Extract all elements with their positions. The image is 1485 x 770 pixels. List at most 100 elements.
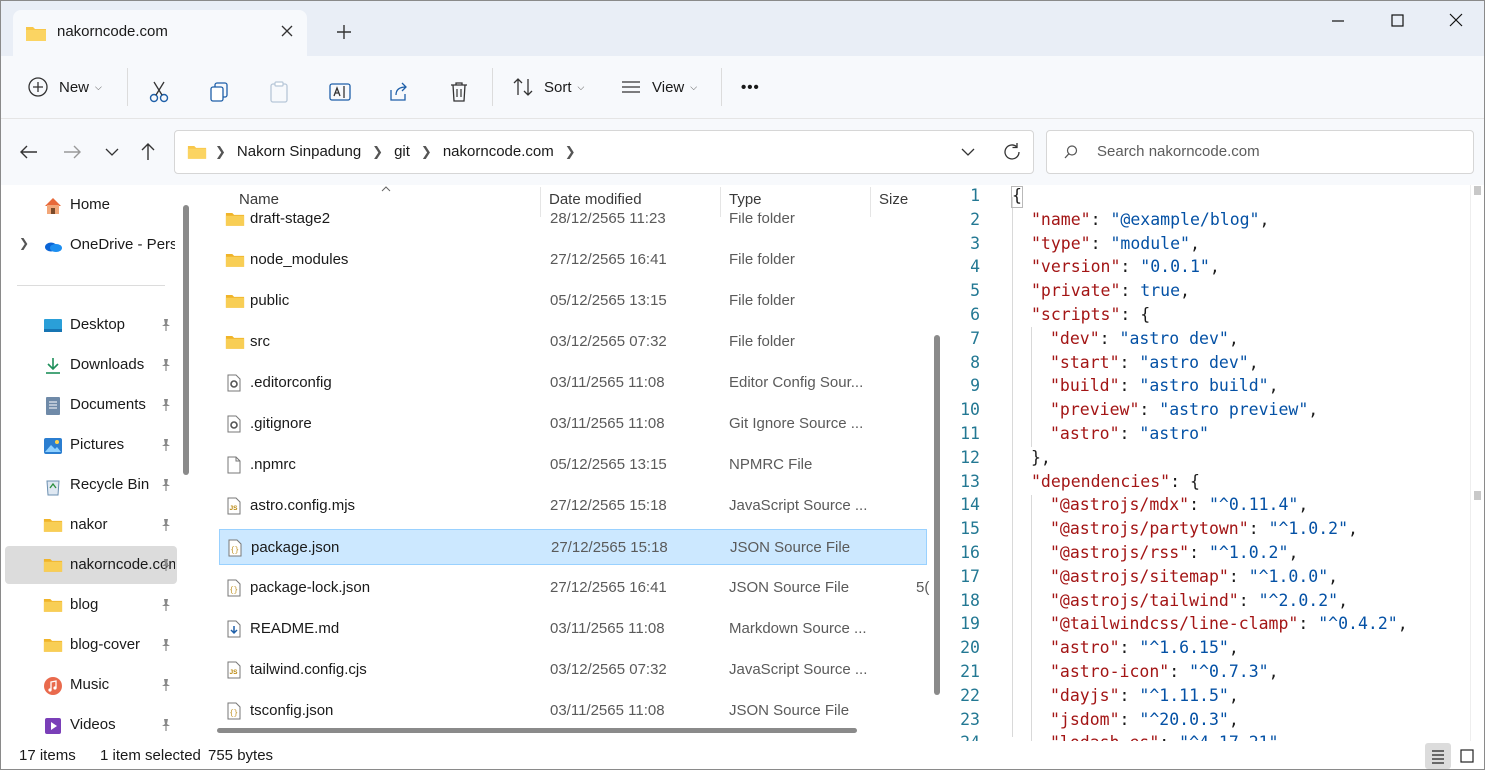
- column-header-size[interactable]: Size: [879, 191, 908, 208]
- sort-icon: [513, 78, 533, 96]
- file-row[interactable]: JS astro.config.mjs 27/12/2565 15:18 JavaSc…: [219, 488, 927, 524]
- line-number: 16: [960, 543, 980, 562]
- up-arrow-icon[interactable]: [137, 141, 159, 163]
- forward-arrow-icon[interactable]: [61, 141, 83, 163]
- sidebar-item[interactable]: Music: [5, 666, 177, 704]
- pin-icon[interactable]: [159, 718, 173, 732]
- sidebar-scrollbar[interactable]: [183, 205, 189, 475]
- chevron-right-icon[interactable]: ❯: [372, 144, 383, 160]
- pin-icon[interactable]: [159, 438, 173, 452]
- chevron-down-icon[interactable]: [959, 143, 977, 161]
- sort-button[interactable]: Sort ⌵: [512, 70, 584, 104]
- share-icon[interactable]: [388, 75, 410, 109]
- search-input[interactable]: Search nakorncode.com: [1046, 130, 1474, 174]
- sidebar-item[interactable]: Downloads: [5, 346, 177, 384]
- sidebar-item[interactable]: nakor: [5, 506, 177, 544]
- address-bar[interactable]: ❯ Nakorn Sinpadung ❯ git ❯ nakorncode.co…: [174, 130, 1034, 174]
- tab-title: nakorncode.com: [57, 23, 168, 40]
- pin-icon[interactable]: [159, 558, 173, 572]
- column-divider[interactable]: [540, 187, 541, 217]
- maximize-icon[interactable]: [1382, 9, 1412, 33]
- file-row[interactable]: node_modules 27/12/2565 16:41 File folder: [219, 242, 927, 278]
- column-header-name[interactable]: Name: [239, 191, 279, 208]
- file-row[interactable]: public 05/12/2565 13:15 File folder: [219, 283, 927, 319]
- new-tab-icon[interactable]: [334, 22, 354, 42]
- sidebar-item[interactable]: nakorncode.com: [5, 546, 177, 584]
- pin-icon[interactable]: [159, 358, 173, 372]
- pin-icon[interactable]: [159, 598, 173, 612]
- file-row[interactable]: README.md 03/11/2565 11:08 Markdown Source…: [219, 611, 927, 647]
- refresh-icon[interactable]: [1001, 141, 1023, 163]
- code-token: "preview": [1050, 400, 1140, 420]
- delete-icon[interactable]: [448, 75, 470, 109]
- svg-text:JS: JS: [230, 505, 239, 512]
- breadcrumb-item[interactable]: Nakorn Sinpadung: [237, 143, 361, 160]
- sidebar-item[interactable]: Home: [5, 186, 177, 224]
- chevron-right-icon[interactable]: ❯: [19, 236, 29, 250]
- view-button[interactable]: View ⌵: [620, 70, 697, 104]
- sort-ascending-icon: [381, 186, 391, 192]
- code-token: "^1.6.15": [1139, 638, 1229, 658]
- file-name: package.json: [251, 539, 340, 556]
- file-name: package-lock.json: [250, 579, 371, 596]
- file-row[interactable]: {} package.json 27/12/2565 15:18 JSON Sourc…: [219, 529, 927, 565]
- code-token: "lodash-es": [1050, 733, 1159, 741]
- preview-scrollbar[interactable]: [1470, 185, 1484, 741]
- pin-icon[interactable]: [159, 478, 173, 492]
- code-token: ,: [1308, 400, 1319, 420]
- sidebar-item[interactable]: Pictures: [5, 426, 177, 464]
- preview-pane: 1{2 "name": "@example/blog", 3 "type": "mod…: [948, 185, 1484, 741]
- pin-icon[interactable]: [159, 638, 173, 652]
- file-row[interactable]: .gitignore 03/11/2565 11:08 Git Ignore Sou…: [219, 406, 927, 442]
- sidebar-item[interactable]: Recycle Bin: [5, 466, 177, 504]
- file-row[interactable]: .npmrc 05/12/2565 13:15 NPMRC File: [219, 447, 927, 483]
- pin-icon[interactable]: [159, 518, 173, 532]
- breadcrumb-item[interactable]: nakorncode.com: [443, 143, 554, 160]
- copy-icon[interactable]: [208, 75, 230, 109]
- sidebar-item[interactable]: Desktop: [5, 306, 177, 344]
- column-divider[interactable]: [720, 187, 721, 217]
- js-file-icon: JS: [225, 661, 243, 679]
- pictures-icon: [43, 436, 63, 456]
- sort-label: Sort: [544, 78, 572, 96]
- column-divider[interactable]: [870, 187, 871, 217]
- code-token: "astro build": [1139, 376, 1269, 396]
- chevron-right-icon[interactable]: ❯: [421, 144, 432, 160]
- details-view-icon[interactable]: [1425, 743, 1451, 769]
- minimize-icon[interactable]: [1323, 9, 1353, 33]
- tab-nakorncode[interactable]: nakorncode.com: [13, 10, 307, 56]
- close-tab-icon[interactable]: [278, 22, 296, 40]
- sidebar-item[interactable]: Videos: [5, 706, 177, 741]
- chevron-right-icon[interactable]: ❯: [565, 144, 576, 160]
- sidebar-item[interactable]: Documents: [5, 386, 177, 424]
- breadcrumb-item[interactable]: git: [394, 143, 410, 160]
- sidebar-item[interactable]: blog: [5, 586, 177, 624]
- rename-icon[interactable]: [328, 75, 352, 109]
- pin-icon[interactable]: [159, 678, 173, 692]
- sidebar-item[interactable]: ❯ OneDrive - Personal: [5, 226, 177, 264]
- column-header-type[interactable]: Type: [729, 191, 762, 208]
- new-button[interactable]: New ⌵: [27, 70, 102, 104]
- code-text: "dependencies": {: [1031, 472, 1200, 491]
- paste-icon[interactable]: [268, 75, 290, 109]
- back-arrow-icon[interactable]: [18, 141, 40, 163]
- tiles-view-icon[interactable]: [1454, 743, 1480, 769]
- file-row[interactable]: src 03/12/2565 07:32 File folder: [219, 324, 927, 360]
- recent-locations-chevron-icon[interactable]: [101, 141, 123, 163]
- file-type: File folder: [729, 292, 795, 309]
- more-options-button[interactable]: •••: [741, 70, 760, 104]
- column-header-date[interactable]: Date modified: [549, 191, 642, 208]
- pin-icon[interactable]: [159, 318, 173, 332]
- file-row[interactable]: {} tsconfig.json 03/11/2565 11:08 JSON Sour…: [219, 693, 927, 729]
- vertical-scrollbar[interactable]: [934, 335, 940, 695]
- close-icon[interactable]: [1441, 9, 1471, 33]
- cut-icon[interactable]: [148, 75, 170, 109]
- file-row[interactable]: JS tailwind.config.cjs 03/12/2565 07:32 Jav…: [219, 652, 927, 688]
- sidebar-item[interactable]: blog-cover: [5, 626, 177, 664]
- file-row[interactable]: {} package-lock.json 27/12/2565 16:41 JSON …: [219, 570, 929, 606]
- line-number: 15: [960, 519, 980, 539]
- pin-icon[interactable]: [159, 398, 173, 412]
- file-row[interactable]: .editorconfig 03/11/2565 11:08 Editor Conf…: [219, 365, 927, 401]
- home-icon: [43, 196, 63, 216]
- file-name: .gitignore: [250, 415, 312, 432]
